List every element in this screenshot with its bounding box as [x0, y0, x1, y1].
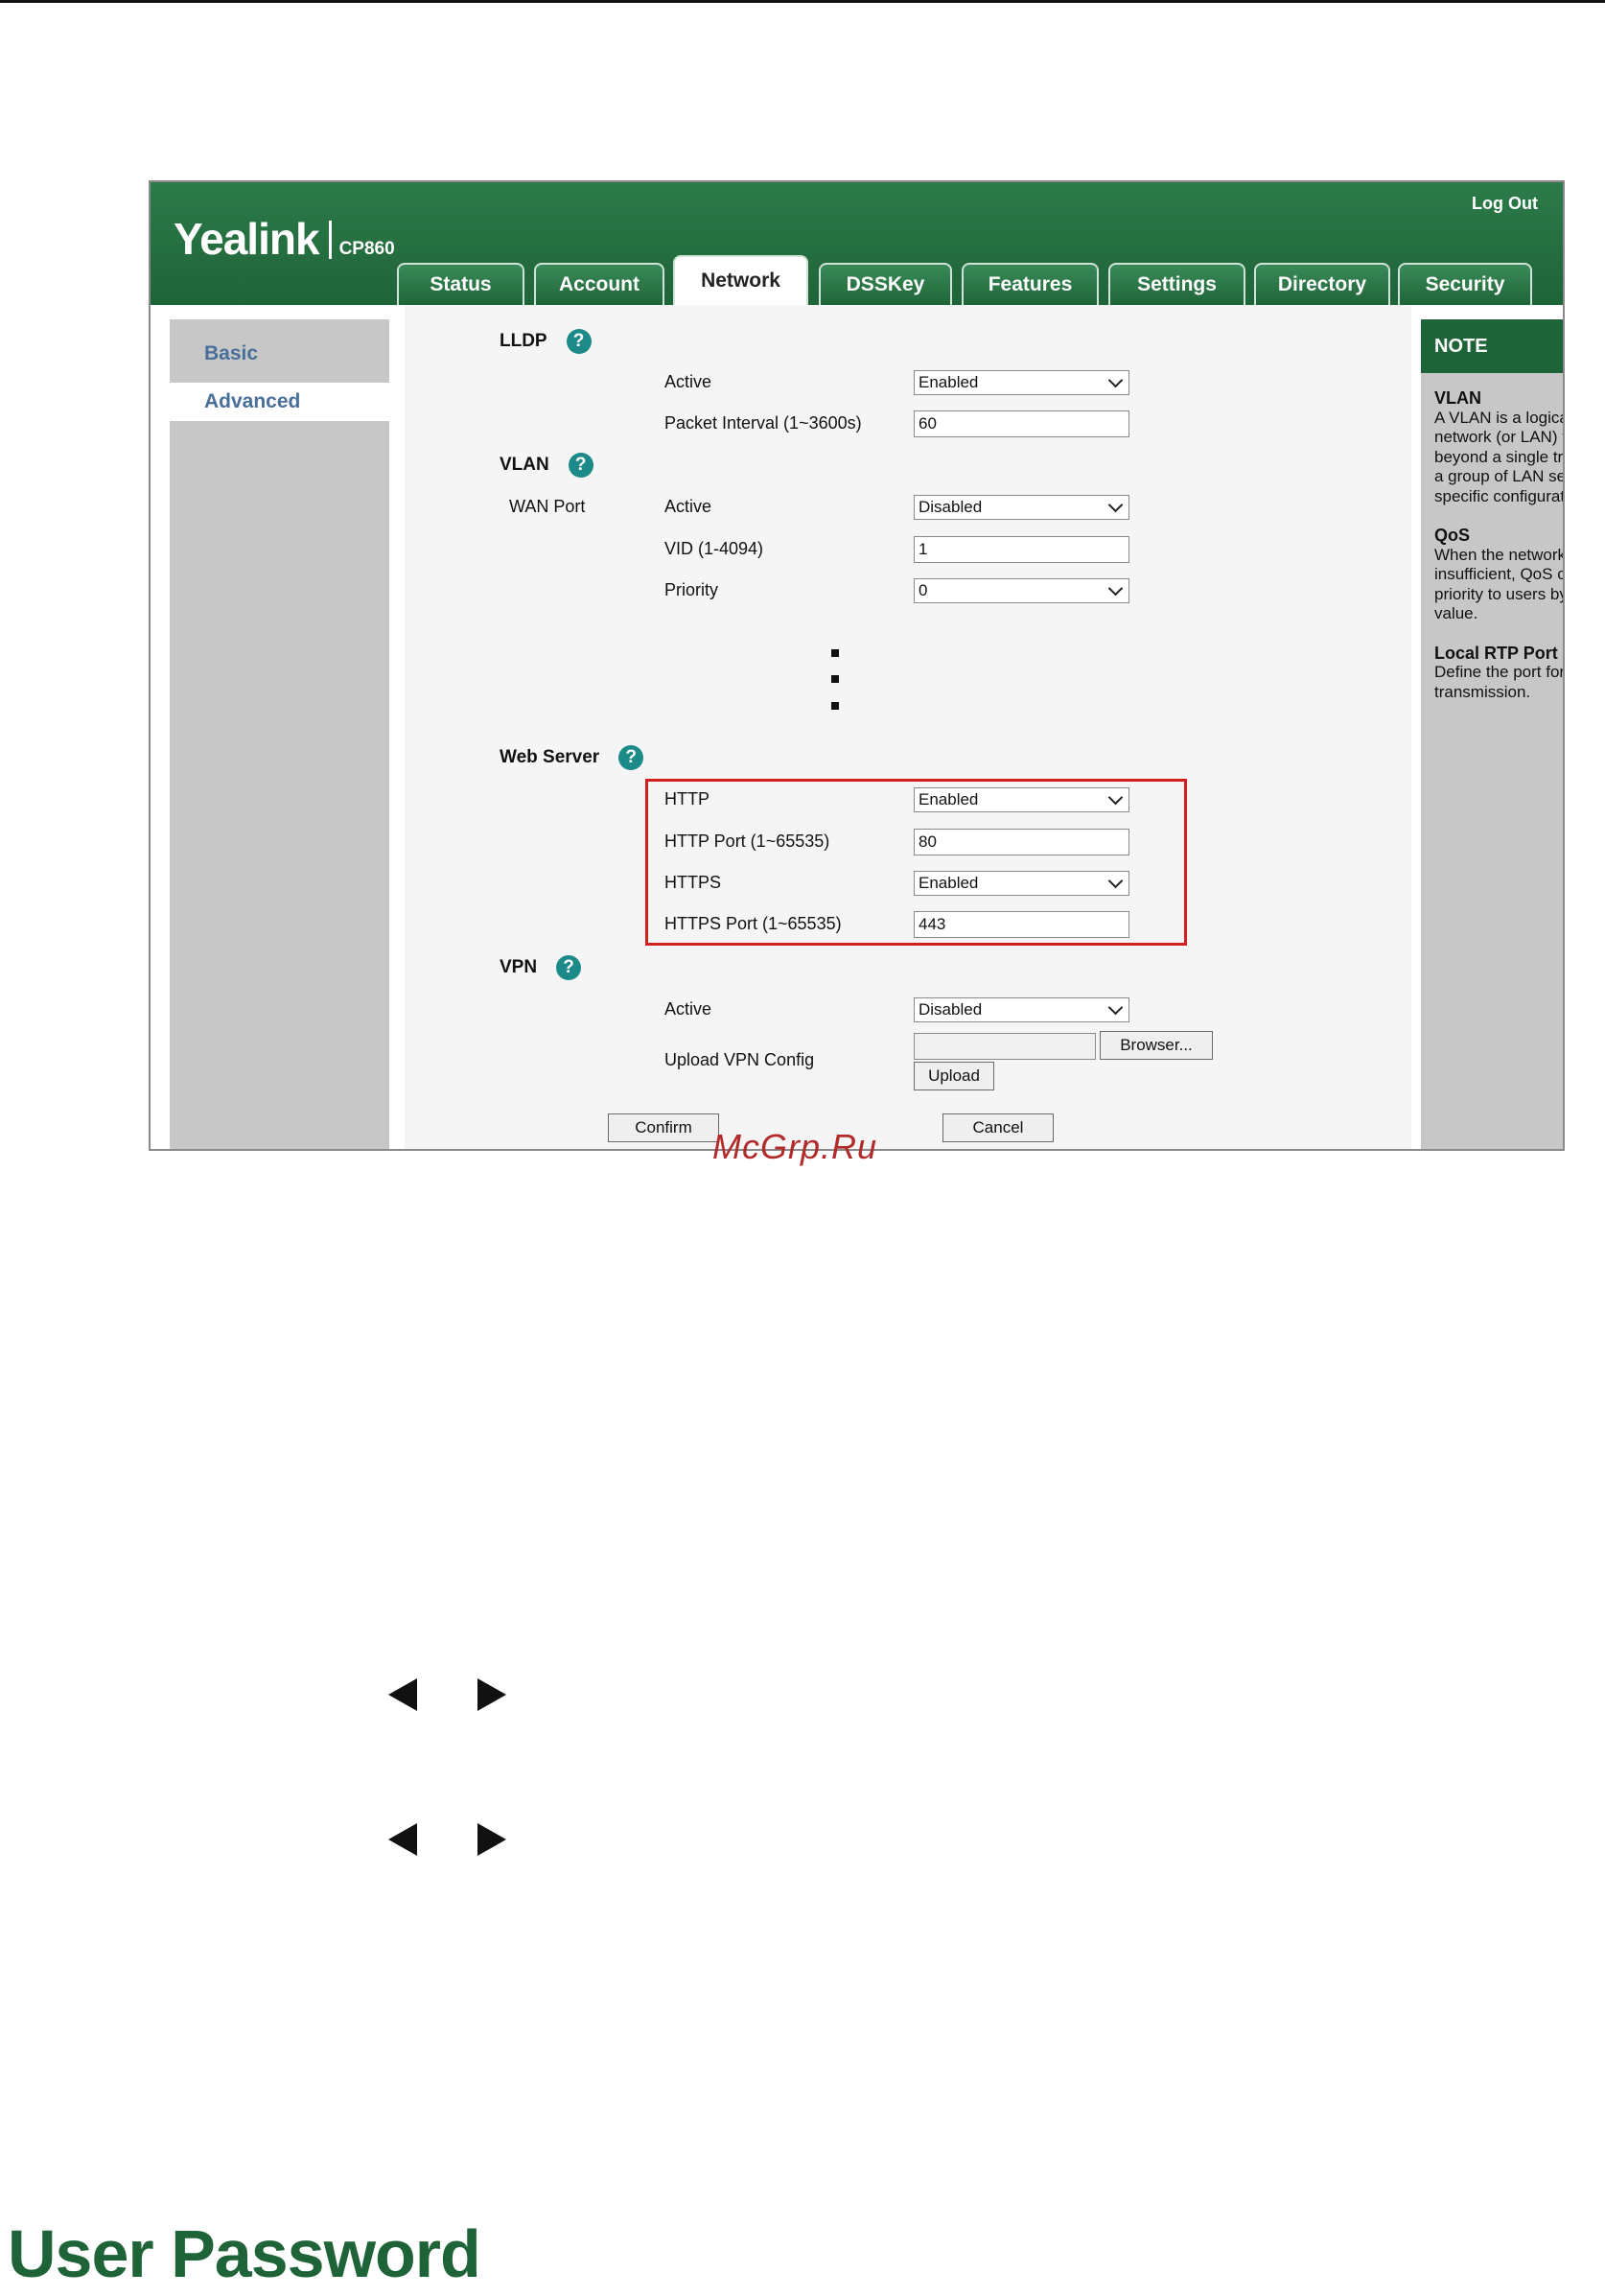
lldp-interval-input[interactable]: 60 — [914, 410, 1129, 437]
note-title: NOTE — [1421, 319, 1563, 373]
https-select[interactable]: Enabled — [914, 871, 1129, 896]
sidebar-item-advanced[interactable]: Advanced — [170, 383, 400, 421]
chevron-down-icon — [1107, 789, 1124, 806]
confirm-button[interactable]: Confirm — [608, 1113, 719, 1142]
vlan-title: VLAN — [500, 455, 549, 475]
lldp-title: LLDP — [500, 331, 547, 351]
vlan-wan-port-label: WAN Port — [509, 497, 586, 516]
lldp-help-icon[interactable]: ? — [566, 329, 592, 354]
vpn-file-path-field[interactable] — [914, 1033, 1096, 1060]
section-lldp: LLDP ? — [500, 329, 592, 354]
tab-features[interactable]: Features — [962, 263, 1099, 305]
http-port-input[interactable]: 80 — [914, 829, 1129, 855]
note-body: VLAN A VLAN is a logical local area netw… — [1434, 388, 1565, 721]
sidebar-item-basic[interactable]: Basic — [170, 335, 400, 373]
logout-link[interactable]: Log Out — [1472, 194, 1538, 214]
chevron-down-icon — [1107, 580, 1124, 597]
http-label: HTTP — [664, 789, 709, 808]
note-qos-text: When the network capacity is insufficien… — [1434, 545, 1565, 623]
header-bar: Yealink CP860 Log Out Status Account Net… — [151, 182, 1563, 307]
section-vpn: VPN ? — [500, 955, 582, 980]
tab-network[interactable]: Network — [673, 255, 808, 307]
tab-account[interactable]: Account — [534, 263, 664, 305]
logo-model: CP860 — [338, 239, 395, 259]
note-qos-title: QoS — [1434, 526, 1471, 545]
vpn-upload-label: Upload VPN Config — [664, 1050, 815, 1069]
vpn-title: VPN — [500, 957, 538, 977]
https-port-input[interactable]: 443 — [914, 911, 1129, 938]
vpn-active-select[interactable]: Disabled — [914, 997, 1129, 1022]
lldp-active-label: Active — [664, 372, 712, 391]
vlan-vid-label: VID (1-4094) — [664, 539, 764, 558]
chevron-down-icon — [1107, 372, 1124, 388]
http-port-label: HTTP Port (1~65535) — [664, 832, 830, 851]
logo-separator — [328, 221, 332, 259]
watermark: McGrp.Ru — [712, 1127, 878, 1166]
tab-settings[interactable]: Settings — [1108, 263, 1245, 305]
note-rtp-title: Local RTP Port — [1434, 643, 1558, 663]
arrow-left-icon — [388, 1678, 417, 1711]
chevron-down-icon — [1107, 497, 1124, 513]
arrow-right-icon — [477, 1823, 506, 1856]
http-select[interactable]: Enabled — [914, 787, 1129, 812]
vlan-vid-input[interactable]: 1 — [914, 536, 1129, 563]
tab-dsskey[interactable]: DSSKey — [819, 263, 952, 305]
settings-form — [405, 305, 1411, 1149]
vlan-priority-value: 0 — [919, 581, 928, 599]
web-server-help-icon[interactable]: ? — [618, 745, 644, 770]
note-vlan-text: A VLAN is a logical local area network (… — [1434, 408, 1565, 505]
ellipsis-dot — [831, 675, 839, 683]
section-vlan: VLAN ? — [500, 453, 593, 478]
vlan-priority-select[interactable]: 0 — [914, 578, 1129, 603]
tab-directory[interactable]: Directory — [1254, 263, 1390, 305]
chevron-down-icon — [1107, 999, 1124, 1016]
ellipsis-dot — [831, 649, 839, 657]
tab-status[interactable]: Status — [397, 263, 524, 305]
ellipsis-dot — [831, 702, 839, 710]
vlan-priority-label: Priority — [664, 580, 719, 599]
arrow-right-icon — [477, 1678, 506, 1711]
note-panel: NOTE VLAN A VLAN is a logical local area… — [1421, 319, 1565, 1149]
lldp-active-value: Enabled — [919, 373, 979, 391]
upload-button[interactable]: Upload — [914, 1062, 994, 1090]
section-heading: User Password — [8, 2216, 481, 2291]
browse-button[interactable]: Browser... — [1100, 1031, 1213, 1060]
chevron-down-icon — [1107, 873, 1124, 889]
vlan-help-icon[interactable]: ? — [568, 453, 593, 478]
vlan-active-value: Disabled — [919, 498, 983, 516]
note-vlan-title: VLAN — [1434, 388, 1481, 408]
sidebar-nav: Basic Advanced — [170, 319, 400, 1149]
web-ui-screenshot: Yealink CP860 Log Out Status Account Net… — [149, 180, 1565, 1151]
vpn-help-icon[interactable]: ? — [556, 955, 582, 980]
https-value: Enabled — [919, 874, 979, 892]
vlan-active-select[interactable]: Disabled — [914, 495, 1129, 520]
section-web-server: Web Server ? — [500, 745, 644, 770]
http-value: Enabled — [919, 790, 979, 808]
lldp-interval-label: Packet Interval (1~3600s) — [664, 413, 862, 433]
logo-word: Yealink — [174, 214, 320, 264]
lldp-active-select[interactable]: Enabled — [914, 370, 1129, 395]
tab-security[interactable]: Security — [1398, 263, 1532, 305]
web-server-title: Web Server — [500, 747, 600, 767]
https-port-label: HTTPS Port (1~65535) — [664, 914, 842, 933]
vpn-active-value: Disabled — [919, 1000, 983, 1019]
arrow-left-icon — [388, 1823, 417, 1856]
cancel-button[interactable]: Cancel — [942, 1113, 1054, 1142]
yealink-logo: Yealink CP860 — [174, 217, 395, 261]
vpn-active-label: Active — [664, 999, 712, 1019]
vlan-active-label: Active — [664, 497, 712, 516]
top-rule — [0, 0, 1605, 3]
note-rtp-text: Define the port for voice transmission. — [1434, 663, 1565, 701]
https-label: HTTPS — [664, 873, 722, 892]
